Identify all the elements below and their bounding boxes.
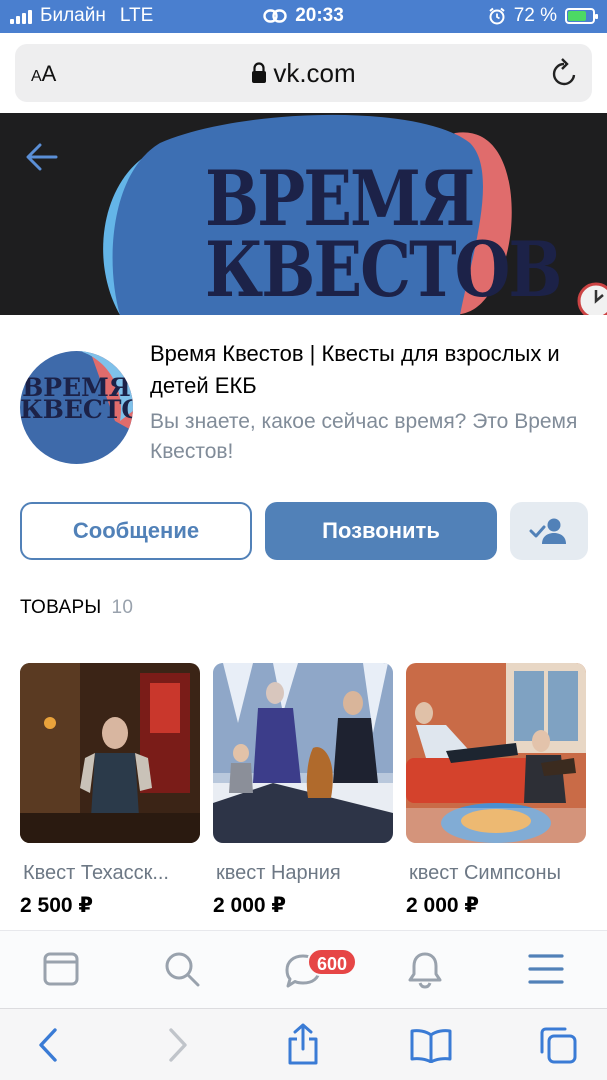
goods-section-header[interactable]: ТОВАРЫ 10 bbox=[20, 597, 133, 619]
browser-address-bar: AA vk.com bbox=[0, 33, 607, 113]
status-right: 72 % bbox=[488, 5, 598, 27]
bookmarks-icon[interactable] bbox=[410, 1027, 452, 1063]
product-card[interactable]: квест Симпсоны 2 000 ₽ bbox=[406, 663, 586, 918]
tab-feed[interactable] bbox=[43, 951, 79, 987]
alarm-icon bbox=[489, 7, 505, 25]
community-avatar[interactable]: ВРЕМЯ КВЕСТОВ bbox=[20, 351, 133, 464]
reload-icon[interactable] bbox=[550, 58, 578, 88]
product-price: 2 000 ₽ bbox=[406, 894, 479, 917]
status-bar: Билайн LTE 20:33 72 % bbox=[0, 0, 607, 33]
community-cover: ВРЕМЯ КВЕСТОВ bbox=[0, 113, 607, 315]
battery-icon bbox=[565, 8, 598, 24]
status-time: 20:33 bbox=[295, 5, 344, 26]
product-photo bbox=[213, 663, 393, 843]
tab-search[interactable] bbox=[164, 951, 200, 987]
product-price: 2 000 ₽ bbox=[213, 894, 286, 917]
share-icon[interactable] bbox=[286, 1023, 320, 1065]
url-display[interactable]: vk.com bbox=[15, 58, 592, 89]
community-status: Вы знаете, какое сейчас время? Это Время… bbox=[150, 410, 578, 463]
product-name: квест Нарния bbox=[216, 862, 341, 884]
vk-tab-bar: 600 bbox=[0, 930, 607, 1008]
membership-button[interactable] bbox=[510, 502, 588, 560]
back-arrow-icon[interactable] bbox=[26, 143, 58, 171]
goods-title: ТОВАРЫ bbox=[20, 597, 102, 618]
product-name: Квест Техасск... bbox=[23, 862, 169, 884]
goods-count: 10 bbox=[111, 597, 134, 618]
messages-badge: 600 bbox=[307, 948, 358, 976]
safari-toolbar bbox=[0, 1008, 607, 1080]
call-button[interactable]: Позвонить bbox=[265, 502, 497, 560]
community-name: Время Квестов | Квесты для взрослых и де… bbox=[150, 341, 560, 398]
product-photo bbox=[20, 663, 200, 843]
lock-icon bbox=[252, 62, 267, 83]
battery-percent: 72 % bbox=[513, 5, 557, 26]
product-card[interactable]: Квест Техасск... 2 500 ₽ bbox=[20, 663, 200, 918]
tabs-icon[interactable] bbox=[538, 1025, 578, 1065]
message-button[interactable]: Сообщение bbox=[20, 502, 252, 560]
url-text: vk.com bbox=[273, 58, 356, 88]
cover-title: ВРЕМЯ КВЕСТОВ bbox=[205, 155, 563, 315]
product-price: 2 500 ₽ bbox=[20, 894, 93, 917]
avatar-text: ВРЕМЯ КВЕСТОВ bbox=[20, 373, 133, 424]
user-check-icon bbox=[529, 518, 566, 544]
browser-back-icon[interactable] bbox=[36, 1027, 60, 1063]
tab-notifications[interactable] bbox=[407, 951, 443, 989]
address-field[interactable]: AA vk.com bbox=[15, 44, 592, 102]
browser-forward-icon[interactable] bbox=[166, 1027, 190, 1063]
product-card[interactable]: квест Нарния 2 000 ₽ bbox=[213, 663, 393, 918]
link-icon bbox=[263, 9, 287, 23]
tab-menu[interactable] bbox=[528, 953, 564, 985]
product-name: квест Симпсоны bbox=[409, 862, 561, 884]
product-photo bbox=[406, 663, 586, 843]
clock-icon bbox=[577, 282, 607, 315]
